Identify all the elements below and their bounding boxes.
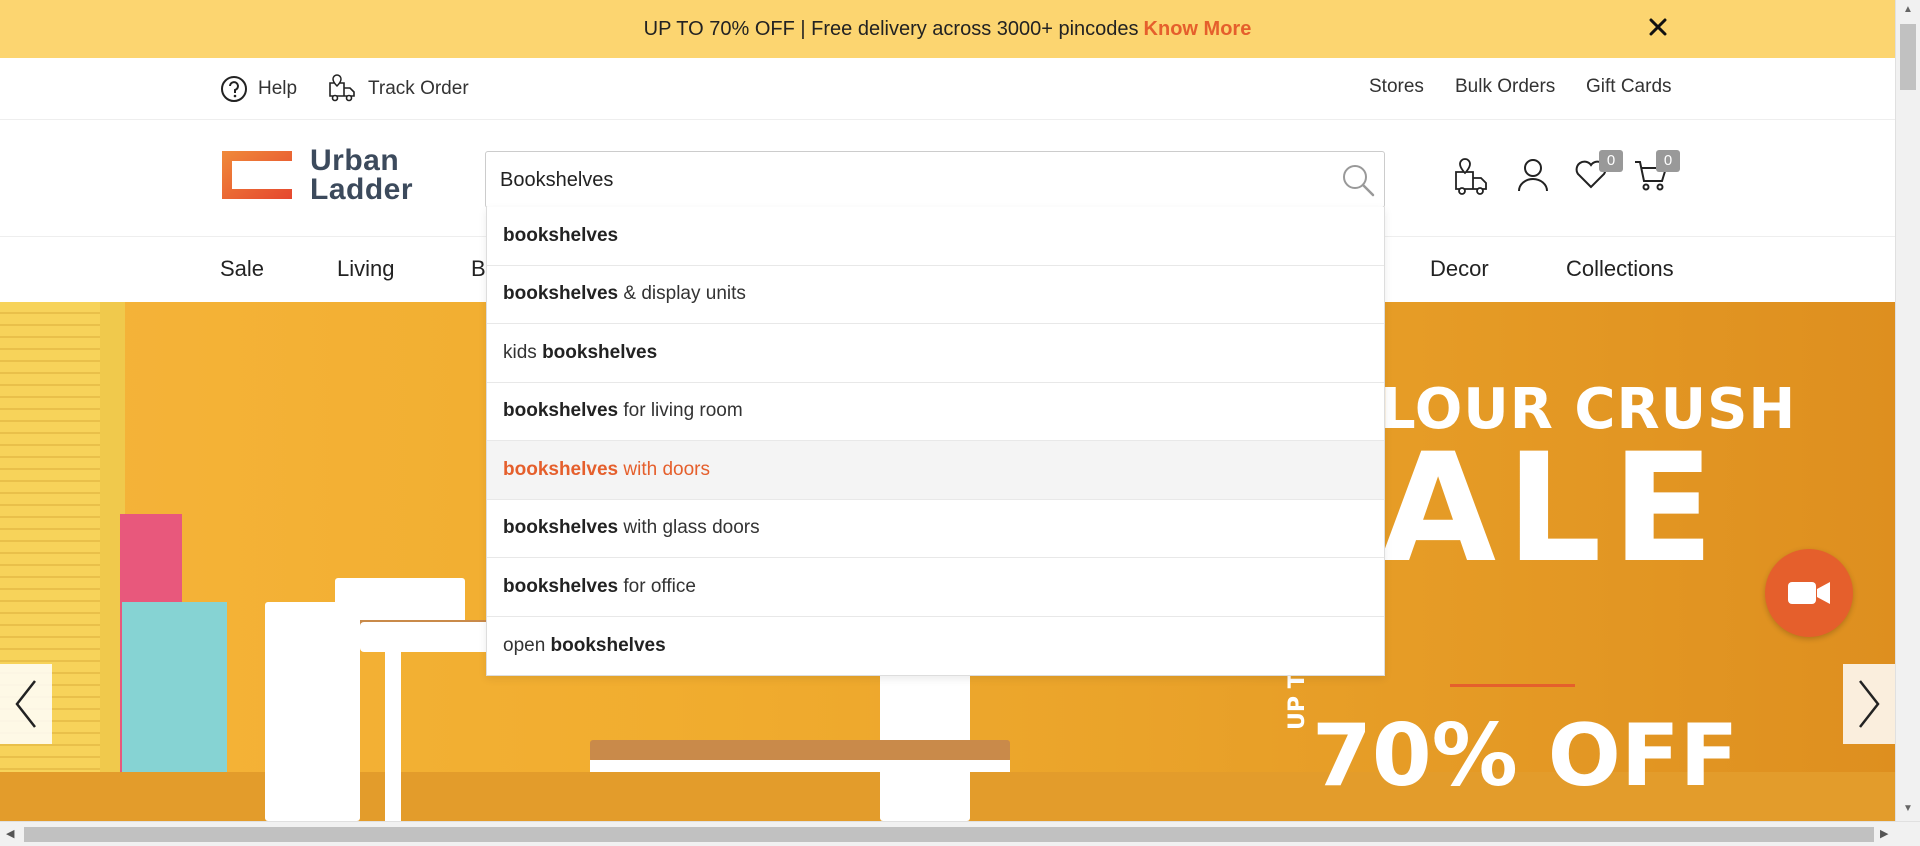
scroll-left-arrow-icon[interactable]: ◀ [6, 827, 14, 840]
nav-item-bedroom[interactable]: B [471, 256, 486, 282]
nav-item-living[interactable]: Living [337, 256, 394, 282]
vertical-scroll-thumb[interactable] [1900, 24, 1916, 90]
promo-bar: UP TO 70% OFF | Free delivery across 300… [0, 0, 1895, 58]
horizontal-scroll-thumb[interactable] [24, 827, 1874, 842]
suggestion-item[interactable]: bookshelves for office [487, 558, 1384, 617]
suggestion-match: bookshelves [542, 341, 658, 363]
suggestion-item[interactable]: bookshelves & display units [487, 266, 1384, 324]
suggestion-item[interactable]: bookshelves [487, 207, 1384, 266]
logo-mark-icon [222, 151, 294, 199]
logo-line1: Urban [310, 144, 400, 177]
track-order-label: Track Order [368, 78, 469, 99]
close-icon [1649, 18, 1667, 36]
track-location-icon[interactable] [1453, 158, 1493, 196]
suggestion-item[interactable]: kids bookshelves [487, 324, 1384, 383]
urban-ladder-logo[interactable]: Urban Ladder [220, 145, 420, 205]
hero-table-leg [385, 650, 401, 821]
help-label: Help [258, 78, 298, 99]
search-suggestions: bookshelves bookshelves & display units ki… [486, 207, 1385, 676]
hero-divider [1450, 684, 1575, 687]
suggestion-match: bookshelves [503, 458, 619, 480]
video-call-button[interactable] [1765, 549, 1853, 637]
suggestion-prefix: open [503, 634, 551, 656]
user-account-icon[interactable] [1517, 158, 1549, 192]
wishlist-count-badge: 0 [1599, 150, 1623, 172]
suggestion-suffix: with doors [618, 458, 710, 480]
hero-sale-text: ALE [1380, 422, 1725, 596]
suggestion-match: bookshelves [503, 283, 619, 305]
bulk-orders-link[interactable]: Bulk Orders [1455, 76, 1555, 98]
know-more-link[interactable]: Know More [1144, 18, 1252, 41]
suggestion-match: bookshelves [503, 224, 619, 246]
hero-bench-base [590, 760, 1010, 772]
cart-count-badge: 0 [1656, 150, 1680, 172]
viewport: UP TO 70% OFF | Free delivery across 300… [0, 0, 1895, 821]
horizontal-scrollbar[interactable]: ◀ ▶ [0, 821, 1920, 846]
stores-link[interactable]: Stores [1369, 76, 1424, 98]
nav-item-decor[interactable]: Decor [1430, 256, 1489, 282]
suggestion-suffix: with glass doors [618, 517, 760, 539]
delivery-truck-icon [329, 74, 355, 102]
suggestion-item[interactable]: bookshelves with glass doors [487, 500, 1384, 558]
help-icon [221, 76, 247, 102]
suggestion-item[interactable]: bookshelves for living room [487, 383, 1384, 441]
logo-text: Urban Ladder [310, 144, 414, 206]
nav-item-collections[interactable]: Collections [1566, 256, 1674, 282]
promo-text: UP TO 70% OFF | Free delivery across 300… [643, 17, 1139, 40]
suggestion-suffix: for office [618, 575, 696, 597]
suggestion-suffix: for living room [618, 400, 743, 422]
suggestion-suffix: & display units [618, 283, 746, 305]
carousel-prev-button[interactable] [0, 664, 52, 744]
scroll-up-arrow-icon[interactable]: ▲ [1903, 4, 1913, 15]
help-link[interactable]: Help [220, 72, 297, 106]
carousel-next-button[interactable] [1843, 664, 1895, 744]
suggestion-match: bookshelves [503, 400, 619, 422]
scroll-right-arrow-icon[interactable]: ▶ [1880, 827, 1888, 840]
suggestion-match: bookshelves [503, 517, 619, 539]
suggestion-match: bookshelves [503, 575, 619, 597]
close-promo-button[interactable] [1645, 12, 1671, 42]
suggestion-item[interactable]: bookshelves with doors [487, 441, 1384, 500]
nav-item-sale[interactable]: Sale [220, 256, 264, 282]
utility-bar: Help Track Order Stores Bulk Orders Gift… [0, 58, 1895, 120]
video-camera-icon [1788, 582, 1830, 604]
gift-cards-link[interactable]: Gift Cards [1586, 76, 1672, 98]
search-icon[interactable] [1341, 163, 1375, 197]
suggestion-prefix: kids [503, 341, 543, 363]
hero-discount-text: 70% OFF [1312, 706, 1739, 806]
suggestion-match: bookshelves [550, 634, 666, 656]
track-order-link[interactable]: Track Order [326, 72, 469, 106]
suggestion-item[interactable]: open bookshelves [487, 617, 1384, 676]
chevron-left-icon [15, 680, 36, 728]
logo-line2: Ladder [310, 173, 414, 206]
vertical-scrollbar[interactable]: ▲ ▼ [1895, 0, 1920, 821]
chevron-right-icon [1859, 680, 1880, 728]
hero-bench [590, 740, 1010, 762]
scroll-down-arrow-icon[interactable]: ▼ [1903, 803, 1913, 814]
search-input[interactable] [500, 162, 1320, 198]
search-box[interactable] [485, 151, 1385, 208]
